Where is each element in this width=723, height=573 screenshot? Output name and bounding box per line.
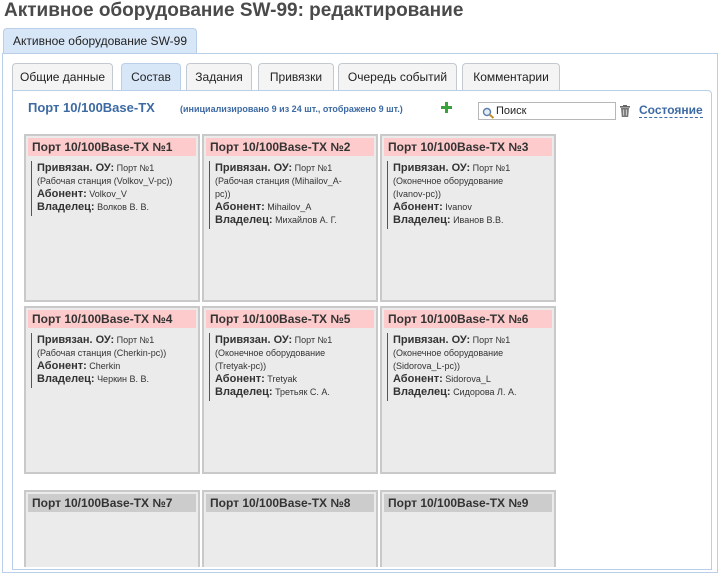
tab-event-queue[interactable]: Очередь событий bbox=[338, 63, 457, 90]
bound-device: (Рабочая станция (Volkov_V-pc)) bbox=[37, 176, 173, 186]
subscriber-label: Абонент: bbox=[393, 201, 443, 213]
state-link[interactable]: Состояние bbox=[639, 103, 703, 118]
search-input[interactable] bbox=[496, 103, 612, 119]
bound-device-cont: pc)) bbox=[215, 189, 231, 199]
owner-label: Владелец: bbox=[393, 214, 451, 226]
tab-general[interactable]: Общие данные bbox=[12, 63, 113, 90]
port-details: Привязан. ОУ: Порт №1 (Рабочая станция (… bbox=[209, 161, 370, 229]
port-details: Привязан. ОУ: Порт №1 (Оконечное оборудо… bbox=[387, 161, 548, 229]
owner-label: Владелец: bbox=[215, 386, 273, 398]
port-title: Порт 10/100Base-TX №4 bbox=[28, 310, 196, 328]
bound-device: (Оконечное оборудование bbox=[215, 348, 326, 358]
subscriber-value: Cherkin bbox=[89, 361, 121, 371]
search-icon bbox=[482, 106, 495, 119]
port-card[interactable]: Порт 10/100Base-TX №2 Привязан. ОУ: Порт… bbox=[202, 134, 378, 302]
tab-bindings[interactable]: Привязки bbox=[258, 63, 334, 90]
port-card[interactable]: Порт 10/100Base-TX №5 Привязан. ОУ: Порт… bbox=[202, 306, 378, 474]
owner-value: Третьяк С. А. bbox=[275, 387, 330, 397]
bound-port: Порт №1 bbox=[472, 163, 511, 173]
section-count-info: (инициализировано 9 из 24 шт., отображен… bbox=[180, 104, 403, 114]
port-card[interactable]: Порт 10/100Base-TX №3 Привязан. ОУ: Порт… bbox=[380, 134, 556, 302]
owner-value: Иванов В.В. bbox=[453, 215, 504, 225]
subscriber-value: Tretyak bbox=[267, 374, 297, 384]
bound-device: (Рабочая станция (Cherkin-pc)) bbox=[37, 348, 167, 358]
subscriber-value: Ivanov bbox=[445, 202, 472, 212]
port-title: Порт 10/100Base-TX №6 bbox=[384, 310, 552, 328]
bound-device-cont: (Sidorova_L-pc)) bbox=[393, 361, 461, 371]
subscriber-label: Абонент: bbox=[393, 373, 443, 385]
subscriber-label: Абонент: bbox=[215, 201, 265, 213]
bound-label: Привязан. ОУ: bbox=[215, 162, 293, 174]
owner-value: Сидорова Л. А. bbox=[453, 387, 517, 397]
owner-value: Волков В. В. bbox=[97, 202, 149, 212]
subscriber-label: Абонент: bbox=[215, 373, 265, 385]
search-field[interactable] bbox=[478, 102, 616, 120]
owner-label: Владелец: bbox=[37, 373, 95, 385]
section-title: Порт 10/100Base-TX bbox=[28, 100, 155, 115]
bound-device: (Рабочая станция (Mihailov_A- bbox=[215, 176, 342, 186]
port-title: Порт 10/100Base-TX №5 bbox=[206, 310, 374, 328]
owner-label: Владелец: bbox=[37, 201, 95, 213]
bound-label: Привязан. ОУ: bbox=[37, 162, 115, 174]
port-card[interactable]: Порт 10/100Base-TX №4 Привязан. ОУ: Порт… bbox=[24, 306, 200, 474]
subscriber-value: Volkov_V bbox=[89, 189, 127, 199]
port-title: Порт 10/100Base-TX №3 bbox=[384, 138, 552, 156]
bound-label: Привязан. ОУ: bbox=[37, 334, 115, 346]
bound-label: Привязан. ОУ: bbox=[393, 334, 471, 346]
trash-icon[interactable] bbox=[620, 104, 630, 117]
bound-port: Порт №1 bbox=[472, 335, 511, 345]
bound-label: Привязан. ОУ: bbox=[215, 334, 293, 346]
subscriber-value: Sidorova_L bbox=[445, 374, 491, 384]
port-details: Привязан. ОУ: Порт №1 (Оконечное оборудо… bbox=[387, 333, 548, 401]
tab-tasks[interactable]: Задания bbox=[186, 63, 252, 90]
port-card[interactable]: Порт 10/100Base-TX №9 bbox=[380, 490, 556, 567]
port-title: Порт 10/100Base-TX №1 bbox=[28, 138, 196, 156]
port-title: Порт 10/100Base-TX №9 bbox=[384, 494, 552, 512]
bound-device-cont: (Tretyak-pc)) bbox=[215, 361, 267, 371]
tab-composition[interactable]: Состав bbox=[121, 63, 181, 91]
bound-port: Порт №1 bbox=[116, 163, 155, 173]
bound-port: Порт №1 bbox=[116, 335, 155, 345]
subscriber-label: Абонент: bbox=[37, 360, 87, 372]
bound-label: Привязан. ОУ: bbox=[393, 162, 471, 174]
tab-comments[interactable]: Комментарии bbox=[462, 63, 560, 90]
subscriber-value: Mihailov_A bbox=[267, 202, 312, 212]
bound-port: Порт №1 bbox=[294, 335, 333, 345]
bound-device: (Оконечное оборудование bbox=[393, 176, 504, 186]
port-details: Привязан. ОУ: Порт №1 (Оконечное оборудо… bbox=[209, 333, 370, 401]
plus-icon[interactable] bbox=[441, 102, 452, 113]
port-card[interactable]: Порт 10/100Base-TX №6 Привязан. ОУ: Порт… bbox=[380, 306, 556, 474]
owner-label: Владелец: bbox=[215, 214, 273, 226]
port-title: Порт 10/100Base-TX №2 bbox=[206, 138, 374, 156]
subscriber-label: Абонент: bbox=[37, 188, 87, 200]
tab-equipment[interactable]: Активное оборудование SW-99 bbox=[3, 28, 198, 54]
owner-label: Владелец: bbox=[393, 386, 451, 398]
port-card[interactable]: Порт 10/100Base-TX №7 bbox=[24, 490, 200, 567]
port-card[interactable]: Порт 10/100Base-TX №1 Привязан. ОУ: Порт… bbox=[24, 134, 200, 302]
owner-value: Черкин В. В. bbox=[97, 374, 150, 384]
port-details: Привязан. ОУ: Порт №1 (Рабочая станция (… bbox=[31, 161, 192, 216]
bound-device-cont: (Ivanov-pc)) bbox=[393, 189, 442, 199]
bound-port: Порт №1 bbox=[294, 163, 333, 173]
port-details: Привязан. ОУ: Порт №1 (Рабочая станция (… bbox=[31, 333, 192, 388]
owner-value: Михайлов А. Г. bbox=[275, 215, 337, 225]
page-title: Активное оборудование SW-99: редактирова… bbox=[4, 0, 464, 21]
port-card[interactable]: Порт 10/100Base-TX №8 bbox=[202, 490, 378, 567]
port-title: Порт 10/100Base-TX №8 bbox=[206, 494, 374, 512]
port-title: Порт 10/100Base-TX №7 bbox=[28, 494, 196, 512]
bound-device: (Оконечное оборудование bbox=[393, 348, 504, 358]
